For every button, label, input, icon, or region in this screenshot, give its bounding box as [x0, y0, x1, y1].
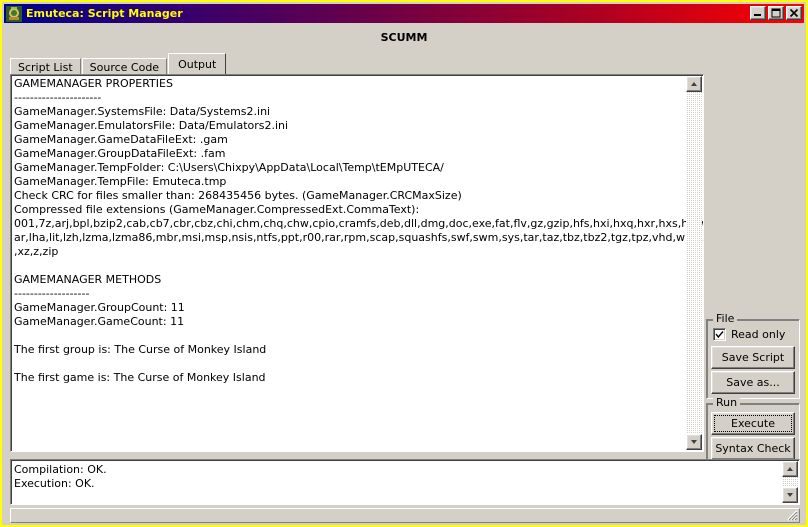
maximize-button[interactable]: [768, 6, 784, 20]
execute-button[interactable]: Execute: [711, 412, 795, 435]
app-icon: [6, 5, 22, 22]
scroll-up-icon[interactable]: [782, 461, 798, 477]
output-text: GAMEMANAGER PROPERTIES -----------------…: [14, 77, 704, 384]
tab-label: Source Code: [89, 61, 160, 74]
window-title: Emuteca: Script Manager: [26, 7, 183, 20]
read-only-checkbox[interactable]: Read only: [713, 328, 785, 341]
output-scroll-track[interactable]: [686, 92, 702, 434]
save-as-button[interactable]: Save as...: [711, 371, 795, 394]
save-script-button[interactable]: Save Script: [711, 346, 795, 369]
output-scrollbar[interactable]: [686, 76, 702, 450]
save-script-label: Save Script: [721, 351, 785, 364]
tab-label: Output: [178, 57, 217, 71]
resize-grip-icon[interactable]: [784, 507, 798, 521]
checkmark-icon: [713, 328, 726, 341]
title-bar[interactable]: Emuteca: Script Manager: [4, 4, 804, 23]
tab-label: Script List: [18, 61, 73, 74]
read-only-label: Read only: [731, 328, 786, 341]
file-groupbox: File Read only Save Script Save as...: [706, 313, 800, 399]
log-text: Compilation: OK. Execution: OK.: [14, 463, 107, 490]
output-textarea[interactable]: GAMEMANAGER PROPERTIES -----------------…: [10, 74, 704, 452]
scroll-down-icon[interactable]: [686, 434, 702, 450]
save-as-label: Save as...: [726, 376, 780, 389]
tab-bar: Script List Source Code Output: [10, 53, 227, 76]
close-button[interactable]: [786, 6, 802, 20]
scroll-up-icon[interactable]: [686, 76, 702, 92]
scroll-down-icon[interactable]: [782, 487, 798, 503]
page-title: SCUMM: [380, 31, 428, 44]
run-groupbox: Run Execute Syntax Check: [706, 397, 800, 462]
syntax-check-button[interactable]: Syntax Check: [711, 437, 795, 460]
app-window: Emuteca: Script Manager SCUMM Script Lis…: [0, 0, 808, 527]
status-bar: [10, 508, 800, 523]
log-scrollbar[interactable]: [782, 461, 798, 503]
syntax-check-label: Syntax Check: [715, 442, 791, 455]
window-controls: [750, 6, 802, 20]
tab-output[interactable]: Output: [168, 53, 227, 74]
log-textarea[interactable]: Compilation: OK. Execution: OK.: [10, 459, 800, 505]
run-group-title: Run: [713, 397, 741, 409]
client-area: SCUMM Script List Source Code Output GAM…: [4, 23, 804, 525]
execute-label: Execute: [731, 417, 775, 430]
file-group-title: File: [713, 313, 738, 325]
log-scroll-track[interactable]: [782, 477, 798, 487]
minimize-button[interactable]: [750, 6, 766, 20]
side-panel: File Read only Save Script Save as... Ru…: [706, 74, 800, 462]
